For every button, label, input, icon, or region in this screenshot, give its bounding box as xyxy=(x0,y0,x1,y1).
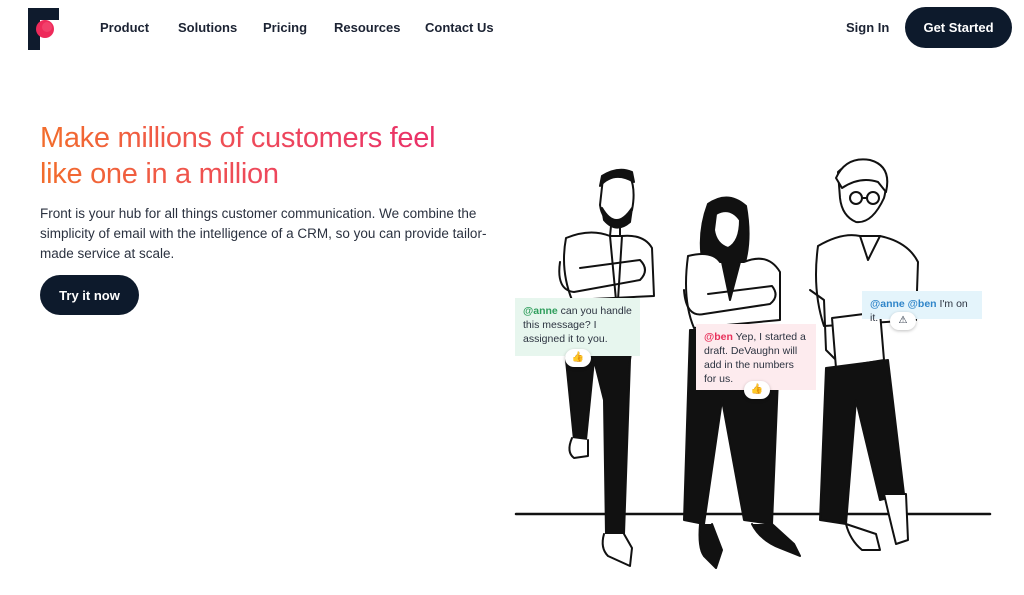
get-started-button[interactable]: Get Started xyxy=(905,7,1012,48)
warning-reaction-icon[interactable]: ⚠ xyxy=(890,312,916,330)
chat-bubble-anne-ben: @anne @ben I'm on it. xyxy=(862,291,982,324)
thumbs-up-reaction-icon[interactable]: 👍 xyxy=(744,381,770,399)
mention-ben[interactable]: @ben xyxy=(704,331,733,343)
nav-solutions[interactable]: Solutions xyxy=(178,20,237,35)
nav-contact-us[interactable]: Contact Us xyxy=(425,20,494,35)
try-it-now-button[interactable]: Try it now xyxy=(40,275,139,315)
chat-bubble-anne: @anne can you handle this message? I ass… xyxy=(515,298,640,356)
hero-subtext: Front is your hub for all things custome… xyxy=(40,206,487,261)
mention-anne-ben[interactable]: @anne @ben xyxy=(870,298,937,310)
hero-headline: Make millions of customers feel like one… xyxy=(40,120,510,192)
thumbs-up-reaction-icon[interactable]: 👍 xyxy=(565,349,591,367)
headline-line-1: Make millions of customers feel xyxy=(40,122,436,154)
nav-pricing[interactable]: Pricing xyxy=(263,20,307,35)
nav-resources[interactable]: Resources xyxy=(334,20,400,35)
mention-anne[interactable]: @anne xyxy=(523,305,558,317)
sign-in-link[interactable]: Sign In xyxy=(846,20,889,35)
headline-line-2: like one in a million xyxy=(40,158,279,190)
nav-product[interactable]: Product xyxy=(100,20,149,35)
front-logo-icon[interactable] xyxy=(26,6,62,52)
